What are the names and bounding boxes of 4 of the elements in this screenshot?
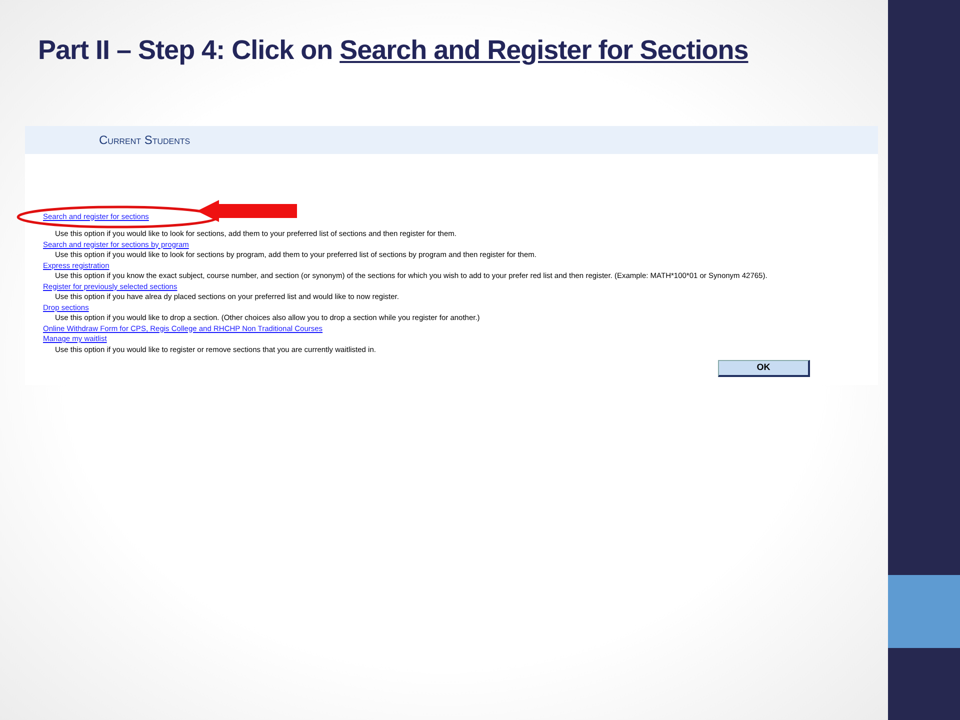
page-heading: Current Students [99, 132, 190, 148]
ok-button[interactable]: OK [718, 360, 810, 377]
slide-title: Part II – Step 4: Click on Search and Register for Sections [38, 34, 750, 67]
arrow-icon [197, 200, 297, 222]
